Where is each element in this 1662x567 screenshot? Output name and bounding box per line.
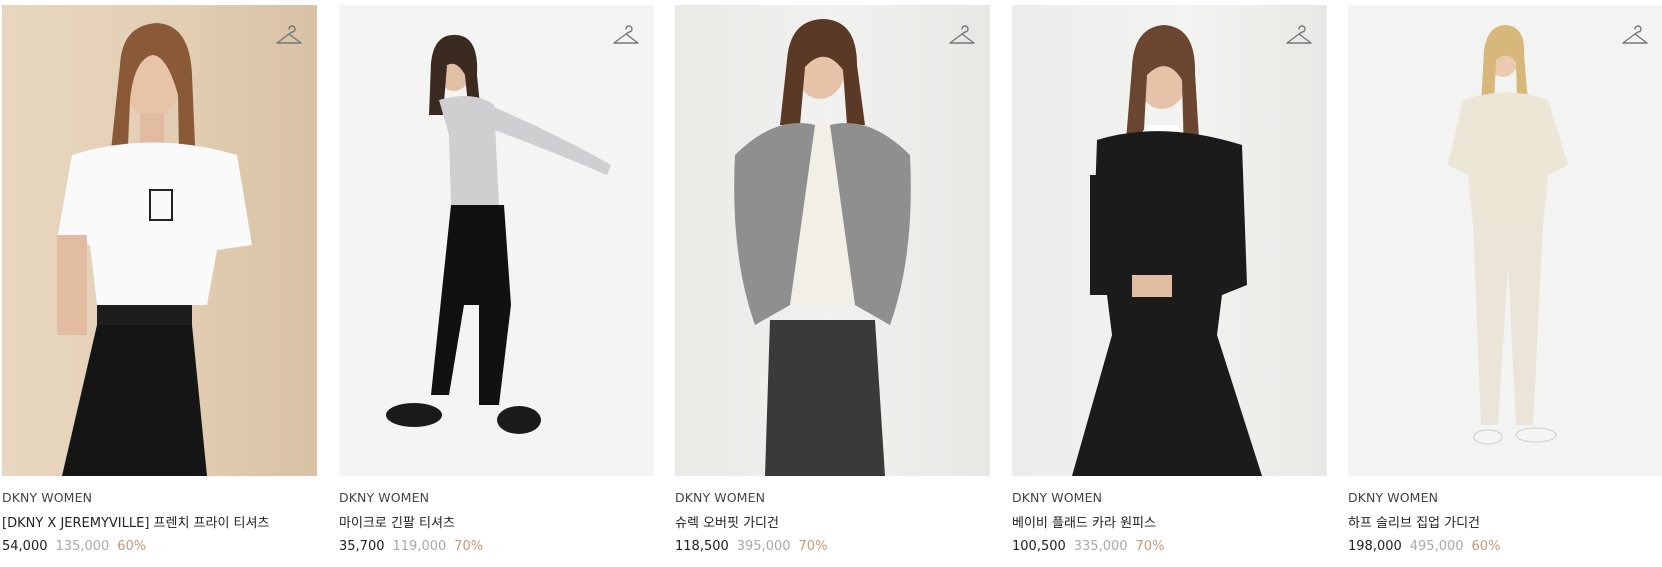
model-photo: [1448, 25, 1568, 445]
product-brand[interactable]: DKNY WOMEN: [1348, 490, 1662, 505]
hanger-icon[interactable]: [948, 23, 976, 47]
product-image[interactable]: [1012, 5, 1327, 476]
sale-price: 54,000: [2, 539, 48, 554]
product-image[interactable]: [2, 5, 317, 476]
discount-rate: 70%: [454, 539, 484, 554]
product-price: 35,700 119,000 70%: [339, 539, 654, 554]
product-card[interactable]: DKNY WOMEN 마이크로 긴팔 티셔츠 35,700 119,000 70%: [339, 5, 654, 554]
model-photo: [1072, 25, 1262, 476]
product-card[interactable]: DKNY WOMEN 하프 슬리브 집업 가디건 198,000 495,000 6…: [1348, 5, 1662, 554]
product-brand[interactable]: DKNY WOMEN: [339, 490, 654, 505]
model-photo: [386, 34, 611, 434]
product-brand[interactable]: DKNY WOMEN: [1012, 490, 1327, 505]
hanger-icon[interactable]: [275, 23, 303, 47]
product-card[interactable]: DKNY WOMEN 베이비 플래드 카라 원피스 100,500 335,000…: [1012, 5, 1327, 554]
product-name[interactable]: [DKNY X JEREMYVILLE] 프렌치 프라이 티셔츠: [2, 512, 317, 531]
discount-rate: 60%: [117, 539, 147, 554]
original-price: 135,000: [55, 539, 110, 554]
original-price: 495,000: [1409, 539, 1464, 554]
sale-price: 100,500: [1012, 539, 1066, 554]
product-name[interactable]: 슈렉 오버핏 가디건: [675, 512, 990, 531]
hanger-icon[interactable]: [612, 23, 640, 47]
product-price: 198,000 495,000 60%: [1348, 539, 1662, 554]
product-brand[interactable]: DKNY WOMEN: [2, 490, 317, 505]
hanger-icon[interactable]: [1621, 23, 1649, 47]
sale-price: 35,700: [339, 539, 385, 554]
product-name[interactable]: 베이비 플래드 카라 원피스: [1012, 512, 1327, 531]
product-image[interactable]: [339, 5, 654, 476]
product-name[interactable]: 마이크로 긴팔 티셔츠: [339, 512, 654, 531]
product-image[interactable]: [1348, 5, 1662, 476]
original-price: 395,000: [736, 539, 791, 554]
product-price: 54,000 135,000 60%: [2, 539, 317, 554]
model-photo: [57, 23, 252, 476]
model-photo: [734, 19, 911, 476]
discount-rate: 70%: [798, 539, 828, 554]
product-image[interactable]: [675, 5, 990, 476]
product-price: 118,500 395,000 70%: [675, 539, 990, 554]
product-grid: DKNY WOMEN [DKNY X JEREMYVILLE] 프렌치 프라이 …: [0, 0, 1662, 567]
original-price: 335,000: [1073, 539, 1128, 554]
sale-price: 118,500: [675, 539, 729, 554]
hanger-icon[interactable]: [1285, 23, 1313, 47]
original-price: 119,000: [392, 539, 447, 554]
product-brand[interactable]: DKNY WOMEN: [675, 490, 990, 505]
product-card[interactable]: DKNY WOMEN [DKNY X JEREMYVILLE] 프렌치 프라이 …: [2, 5, 317, 554]
product-name[interactable]: 하프 슬리브 집업 가디건: [1348, 512, 1662, 531]
product-card[interactable]: DKNY WOMEN 슈렉 오버핏 가디건 118,500 395,000 70%: [675, 5, 990, 554]
discount-rate: 70%: [1135, 539, 1165, 554]
discount-rate: 60%: [1471, 539, 1501, 554]
product-price: 100,500 335,000 70%: [1012, 539, 1327, 554]
sale-price: 198,000: [1348, 539, 1402, 554]
